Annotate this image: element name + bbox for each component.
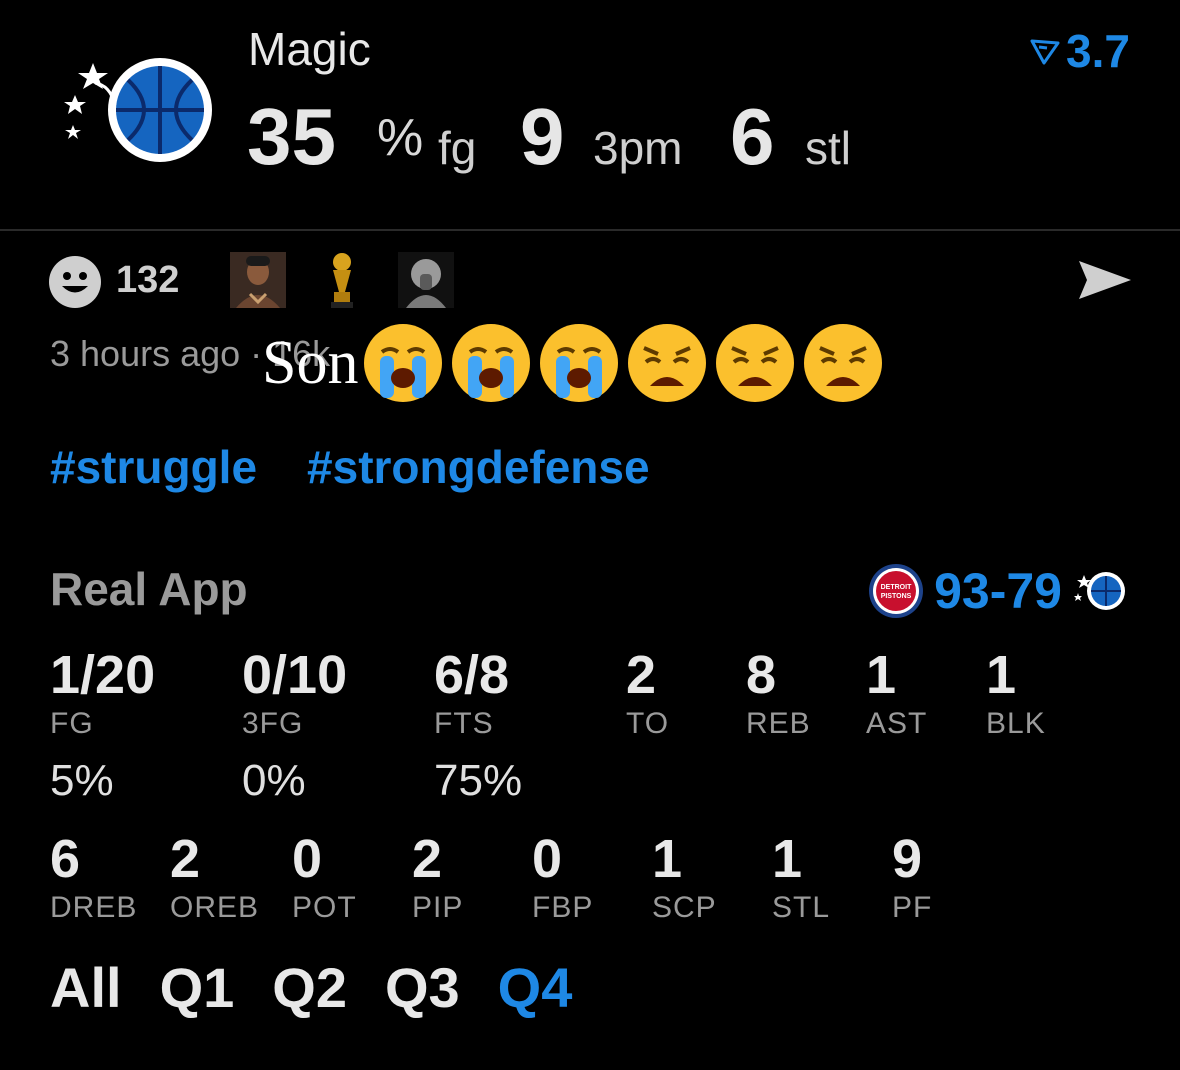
weary-emoji-icon — [804, 324, 883, 402]
tab-all[interactable]: All — [50, 955, 122, 1020]
stat-value: 1 — [652, 829, 683, 889]
stat-label: DREB — [50, 891, 138, 924]
loudly-crying-emoji-icon — [540, 324, 619, 402]
magic-logo-icon — [55, 55, 220, 165]
stat-label: TO — [626, 707, 670, 740]
stat-value: 1 — [986, 645, 1017, 705]
three-pm-unit: 3pm — [593, 122, 683, 174]
reaction-avatar-icon[interactable] — [230, 252, 286, 308]
rating-value: 3.7 — [1066, 25, 1130, 77]
stat-oreb: 2 OREB — [170, 831, 259, 925]
weary-emoji-icon — [716, 324, 795, 402]
stat-label: REB — [746, 707, 811, 740]
stat-blk: 1 BLK — [986, 647, 1046, 741]
stat-pip: 2 PIP — [412, 831, 463, 925]
stat-fbp: 0 FBP — [532, 831, 593, 925]
caption-text: Son — [262, 328, 359, 397]
fg-value: 35 — [247, 92, 336, 181]
trophy-icon[interactable] — [325, 252, 359, 308]
stat-fts: 6/8 FTS — [434, 647, 509, 741]
stat-label: PIP — [412, 891, 464, 924]
stat-value: 6/8 — [434, 645, 510, 705]
stat-value: 6 — [50, 829, 81, 889]
fts-percentage: 75% — [434, 756, 523, 805]
stat-value: 0 — [532, 829, 563, 889]
send-icon[interactable] — [1075, 255, 1135, 305]
post-caption: Son — [262, 322, 890, 404]
weary-emoji-icon — [628, 324, 707, 402]
stat-label: OREB — [170, 891, 260, 924]
pistons-logo-icon: DETROIT PISTONS — [869, 564, 924, 618]
tab-q3[interactable]: Q3 — [385, 955, 460, 1020]
hashtags: #struggle #strongdefense — [50, 440, 650, 494]
fg-unit: fg — [438, 122, 477, 174]
fg-percent-sign: % — [377, 109, 424, 167]
stat-pot: 0 POT — [292, 831, 357, 925]
quarter-tabs: All Q1 Q2 Q3 Q4 — [50, 955, 572, 1020]
3fg-percentage: 0% — [242, 756, 306, 805]
stat-value: 0 — [292, 829, 323, 889]
stat-value: 1 — [772, 829, 803, 889]
stat-3fg: 0/10 3FG — [242, 647, 347, 741]
svg-text:PISTONS: PISTONS — [881, 593, 912, 600]
stat-label: PF — [892, 891, 933, 924]
stat-label: 3FG — [242, 707, 304, 740]
tab-q2[interactable]: Q2 — [272, 955, 347, 1020]
stat-scp: 1 SCP — [652, 831, 717, 925]
stat-label: POT — [292, 891, 357, 924]
stat-value: 8 — [746, 645, 777, 705]
stat-to: 2 TO — [626, 647, 669, 741]
steals-value: 6 — [730, 92, 775, 181]
rating[interactable]: 3.7 — [1030, 24, 1130, 78]
stat-label: BLK — [986, 707, 1046, 740]
stat-label: SCP — [652, 891, 717, 924]
hashtag-link[interactable]: #struggle — [50, 440, 257, 494]
stat-stl: 1 STL — [772, 831, 830, 925]
reaction-count: 132 — [116, 259, 180, 301]
stat-fg: 1/20 FG — [50, 647, 155, 741]
loudly-crying-emoji-icon — [452, 324, 531, 402]
stat-value: 1/20 — [50, 645, 156, 705]
stat-value: 0/10 — [242, 645, 348, 705]
stat-pf: 9 PF — [892, 831, 932, 925]
steals-unit: stl — [805, 122, 851, 174]
stat-value: 1 — [866, 645, 897, 705]
stat-value: 9 — [892, 829, 923, 889]
reaction-avatar-icon[interactable] — [398, 252, 454, 308]
smiley-icon[interactable] — [48, 255, 102, 309]
stat-value: 2 — [170, 829, 201, 889]
stat-label: FBP — [532, 891, 594, 924]
stat-value: 2 — [626, 645, 657, 705]
hashtag-link[interactable]: #strongdefense — [307, 440, 650, 494]
team-name: Magic — [248, 23, 371, 75]
stat-label: AST — [866, 707, 928, 740]
tab-q4[interactable]: Q4 — [498, 955, 573, 1020]
fg-percentage: 5% — [50, 756, 114, 805]
tab-q1[interactable]: Q1 — [160, 955, 235, 1020]
stat-reb: 8 REB — [746, 647, 811, 741]
svg-text:DETROIT: DETROIT — [881, 584, 912, 591]
stat-dreb: 6 DREB — [50, 831, 137, 925]
stat-ast: 1 AST — [866, 647, 927, 741]
section-title: Real App — [50, 563, 248, 615]
magic-logo-icon — [1074, 572, 1125, 610]
three-pm-value: 9 — [520, 92, 565, 181]
stat-label: STL — [772, 891, 831, 924]
game-score[interactable]: DETROIT PISTONS 93-79 — [868, 562, 1128, 620]
divider — [0, 229, 1180, 231]
rating-icon — [1030, 24, 1060, 78]
stat-label: FTS — [434, 707, 494, 740]
score-text: 93-79 — [934, 563, 1062, 619]
stat-value: 2 — [412, 829, 443, 889]
stat-label: FG — [50, 707, 94, 740]
loudly-crying-emoji-icon — [364, 324, 443, 402]
